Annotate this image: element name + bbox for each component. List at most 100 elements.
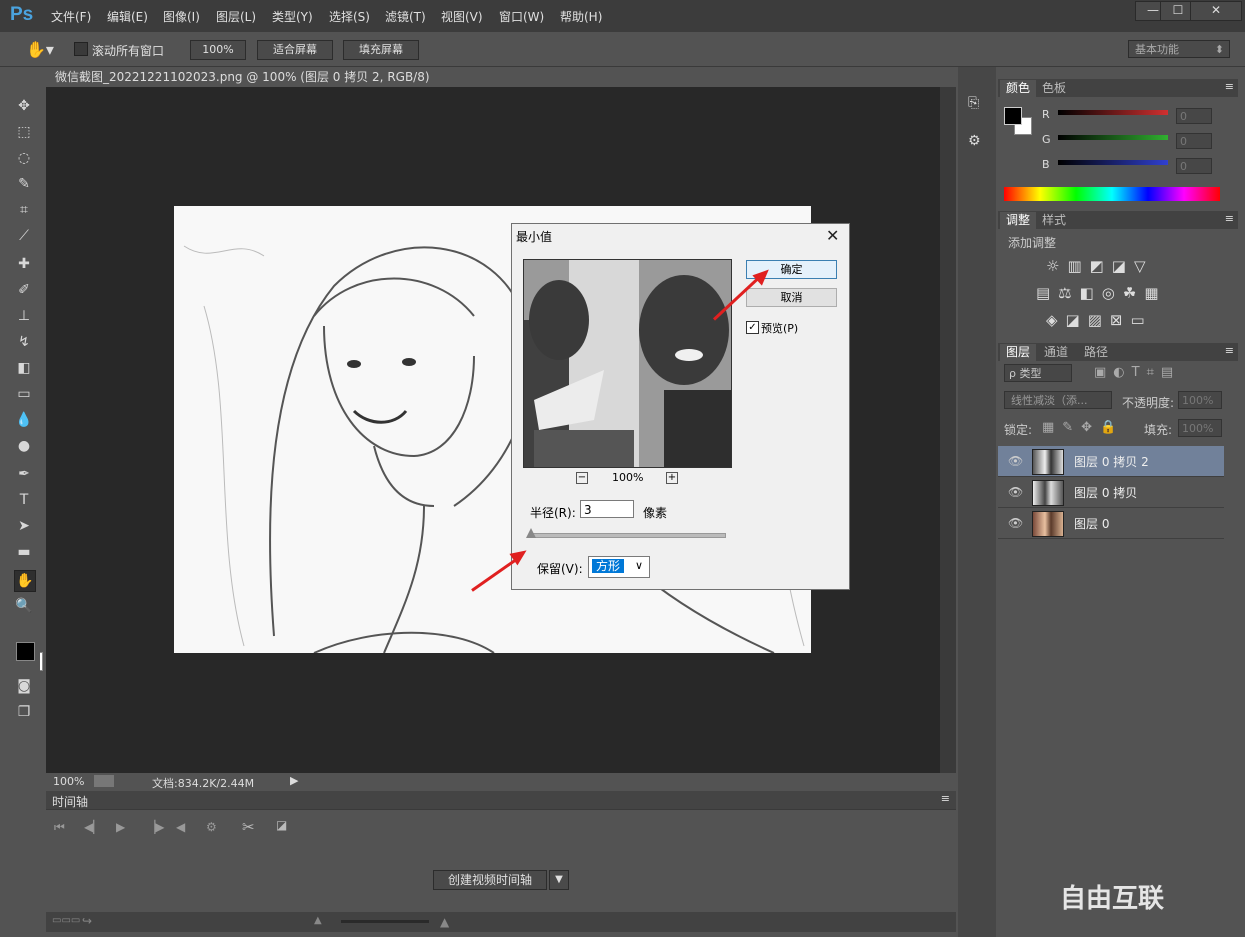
fill-input[interactable]: 100% [1178, 419, 1222, 437]
channel-slider[interactable] [1058, 135, 1168, 140]
preview-zoom-out-button[interactable]: − [576, 472, 588, 484]
layer-row[interactable]: 👁 图层 0 拷贝 2 [998, 446, 1224, 477]
next-frame-icon[interactable]: ▕▶ [146, 820, 164, 834]
eyedropper-tool-icon[interactable]: ⟋ [14, 226, 34, 246]
fit-screen-button[interactable]: 适合屏幕 [257, 40, 333, 60]
zoom-in-large-icon[interactable]: ▲ [440, 915, 449, 929]
frames-icon[interactable]: ▭▭▭ [52, 915, 80, 926]
first-frame-icon[interactable]: ⏮ [54, 820, 65, 835]
channel-value-input[interactable]: 0 [1176, 158, 1212, 174]
preview-checkbox[interactable]: ✓ [746, 321, 759, 334]
adjustment-icons-row-2[interactable]: ▤⚖◧◎☘▦ [1036, 284, 1167, 302]
visibility-eye-icon[interactable]: 👁 [1008, 516, 1023, 530]
channel-value-input[interactable]: 0 [1176, 133, 1212, 149]
visibility-eye-icon[interactable]: 👁 [1008, 454, 1023, 468]
channel-slider[interactable] [1058, 110, 1168, 115]
opacity-input[interactable]: 100% [1178, 391, 1222, 409]
blur-tool-icon[interactable]: 💧 [14, 410, 34, 430]
lasso-tool-icon[interactable]: ◌ [14, 148, 34, 168]
convert-icon[interactable]: ↪ [82, 914, 92, 928]
shape-tool-icon[interactable]: ▬ [14, 542, 34, 562]
menu-layer[interactable]: 图层(L) [216, 8, 256, 25]
panel-menu-icon[interactable]: ≡ [1225, 344, 1234, 357]
radius-slider-track[interactable] [530, 533, 726, 538]
vertical-scrollbar[interactable] [940, 87, 956, 773]
radius-input[interactable]: 3 [580, 500, 634, 518]
type-tool-icon[interactable]: T [14, 490, 34, 510]
adjustment-icons-row-1[interactable]: ☼▥◩◪▽ [1046, 257, 1154, 275]
scroll-all-checkbox[interactable] [74, 42, 88, 56]
dialog-close-icon[interactable]: ✕ [826, 226, 839, 245]
dodge-tool-icon[interactable]: ● [14, 436, 34, 456]
fill-screen-button[interactable]: 填充屏幕 [343, 40, 419, 60]
menu-image[interactable]: 图像(I) [163, 8, 200, 25]
channel-slider[interactable] [1058, 160, 1168, 165]
tab-paths[interactable]: 路径 [1078, 344, 1114, 361]
timeline-dropdown-icon[interactable]: ▼ [549, 870, 569, 890]
lock-icons[interactable]: ▦✎✥🔒 [1042, 420, 1124, 435]
preserve-select[interactable]: 方形 ∨ [588, 556, 650, 578]
history-panel-icon[interactable]: ⎘ [968, 95, 979, 111]
menu-select[interactable]: 选择(S) [329, 8, 370, 25]
tab-layers[interactable]: 图层 [1000, 344, 1037, 361]
menu-window[interactable]: 窗口(W) [499, 8, 544, 25]
crop-tool-icon[interactable]: ⌗ [14, 200, 34, 220]
cancel-button[interactable]: 取消 [746, 288, 837, 307]
timeline-zoom-slider[interactable] [341, 920, 429, 923]
tab-color[interactable]: 颜色 [1000, 80, 1037, 97]
stamp-tool-icon[interactable]: ⊥ [14, 306, 34, 326]
audio-icon[interactable]: ◀ [176, 820, 185, 834]
filter-preview[interactable] [523, 259, 732, 468]
document-tab[interactable]: 微信截图_20221221102023.png @ 100% (图层 0 拷贝 … [48, 67, 433, 104]
close-window-button[interactable]: ✕ [1190, 1, 1242, 21]
layer-row[interactable]: 👁 图层 0 拷贝 [998, 477, 1224, 508]
marquee-tool-icon[interactable]: ⬚ [14, 122, 34, 142]
tab-channels[interactable]: 通道 [1038, 344, 1074, 361]
zoom-tool-icon[interactable]: 🔍 [14, 596, 34, 616]
timeline-title[interactable]: 时间轴 [52, 793, 88, 810]
pen-tool-icon[interactable]: ✒ [14, 464, 34, 484]
gradient-tool-icon[interactable]: ▭ [14, 384, 34, 404]
color-spectrum-bar[interactable] [1004, 187, 1220, 201]
foreground-color-swatch[interactable] [1004, 107, 1022, 125]
layer-filter-select[interactable]: ρ 类型 [1004, 364, 1072, 382]
history-brush-icon[interactable]: ↯ [14, 332, 34, 352]
panel-menu-icon[interactable]: ≡ [1225, 80, 1234, 93]
radius-slider-thumb[interactable] [526, 528, 536, 538]
foreground-color-swatch[interactable] [16, 642, 35, 661]
settings-icon[interactable]: ⚙ [206, 820, 217, 834]
menu-edit[interactable]: 编辑(E) [107, 8, 148, 25]
hand-tool-icon[interactable]: ✋ [14, 570, 36, 592]
status-zoom[interactable]: 100% [53, 775, 84, 788]
zoom-out-small-icon[interactable]: ▲ [314, 915, 322, 926]
zoom-100-button[interactable]: 100% [190, 40, 246, 60]
status-icon[interactable] [94, 775, 114, 787]
adjustment-icons-row-3[interactable]: ◈◪▨⊠▭ [1046, 311, 1153, 329]
play-icon[interactable]: ▶ [116, 820, 125, 834]
brush-tool-icon[interactable]: ✐ [14, 280, 34, 300]
screen-mode-icon[interactable]: ❐ [14, 702, 34, 722]
panel-menu-icon[interactable]: ≡ [1225, 212, 1234, 225]
status-menu-arrow-icon[interactable]: ▶ [290, 774, 298, 787]
create-video-timeline-button[interactable]: 创建视频时间轴 [433, 870, 547, 890]
properties-panel-icon[interactable]: ⚙ [968, 133, 981, 149]
tab-adjustments[interactable]: 调整 [1000, 212, 1037, 229]
scissors-icon[interactable]: ✂ [242, 818, 255, 836]
menu-view[interactable]: 视图(V) [441, 8, 483, 25]
menu-file[interactable]: 文件(F) [51, 8, 91, 25]
menu-help[interactable]: 帮助(H) [560, 8, 602, 25]
quick-select-tool-icon[interactable]: ✎ [14, 174, 34, 194]
preview-zoom-in-button[interactable]: + [666, 472, 678, 484]
path-select-icon[interactable]: ➤ [14, 516, 34, 536]
panel-menu-icon[interactable]: ≡ [941, 792, 950, 805]
menu-type[interactable]: 类型(Y) [272, 8, 313, 25]
layer-row[interactable]: 👁 图层 0 [998, 508, 1224, 539]
workspace-select[interactable]: 基本功能 ⬍ [1128, 40, 1230, 58]
channel-value-input[interactable]: 0 [1176, 108, 1212, 124]
layer-filter-icons[interactable]: ▣◐T⌗▤ [1094, 365, 1180, 380]
blend-mode-select[interactable]: 线性减淡（添... [1004, 391, 1112, 409]
hand-tool-preset-icon[interactable]: ✋▾ [26, 40, 54, 59]
menu-filter[interactable]: 滤镜(T) [385, 8, 426, 25]
visibility-eye-icon[interactable]: 👁 [1008, 485, 1023, 499]
tab-swatches[interactable]: 色板 [1036, 80, 1072, 97]
